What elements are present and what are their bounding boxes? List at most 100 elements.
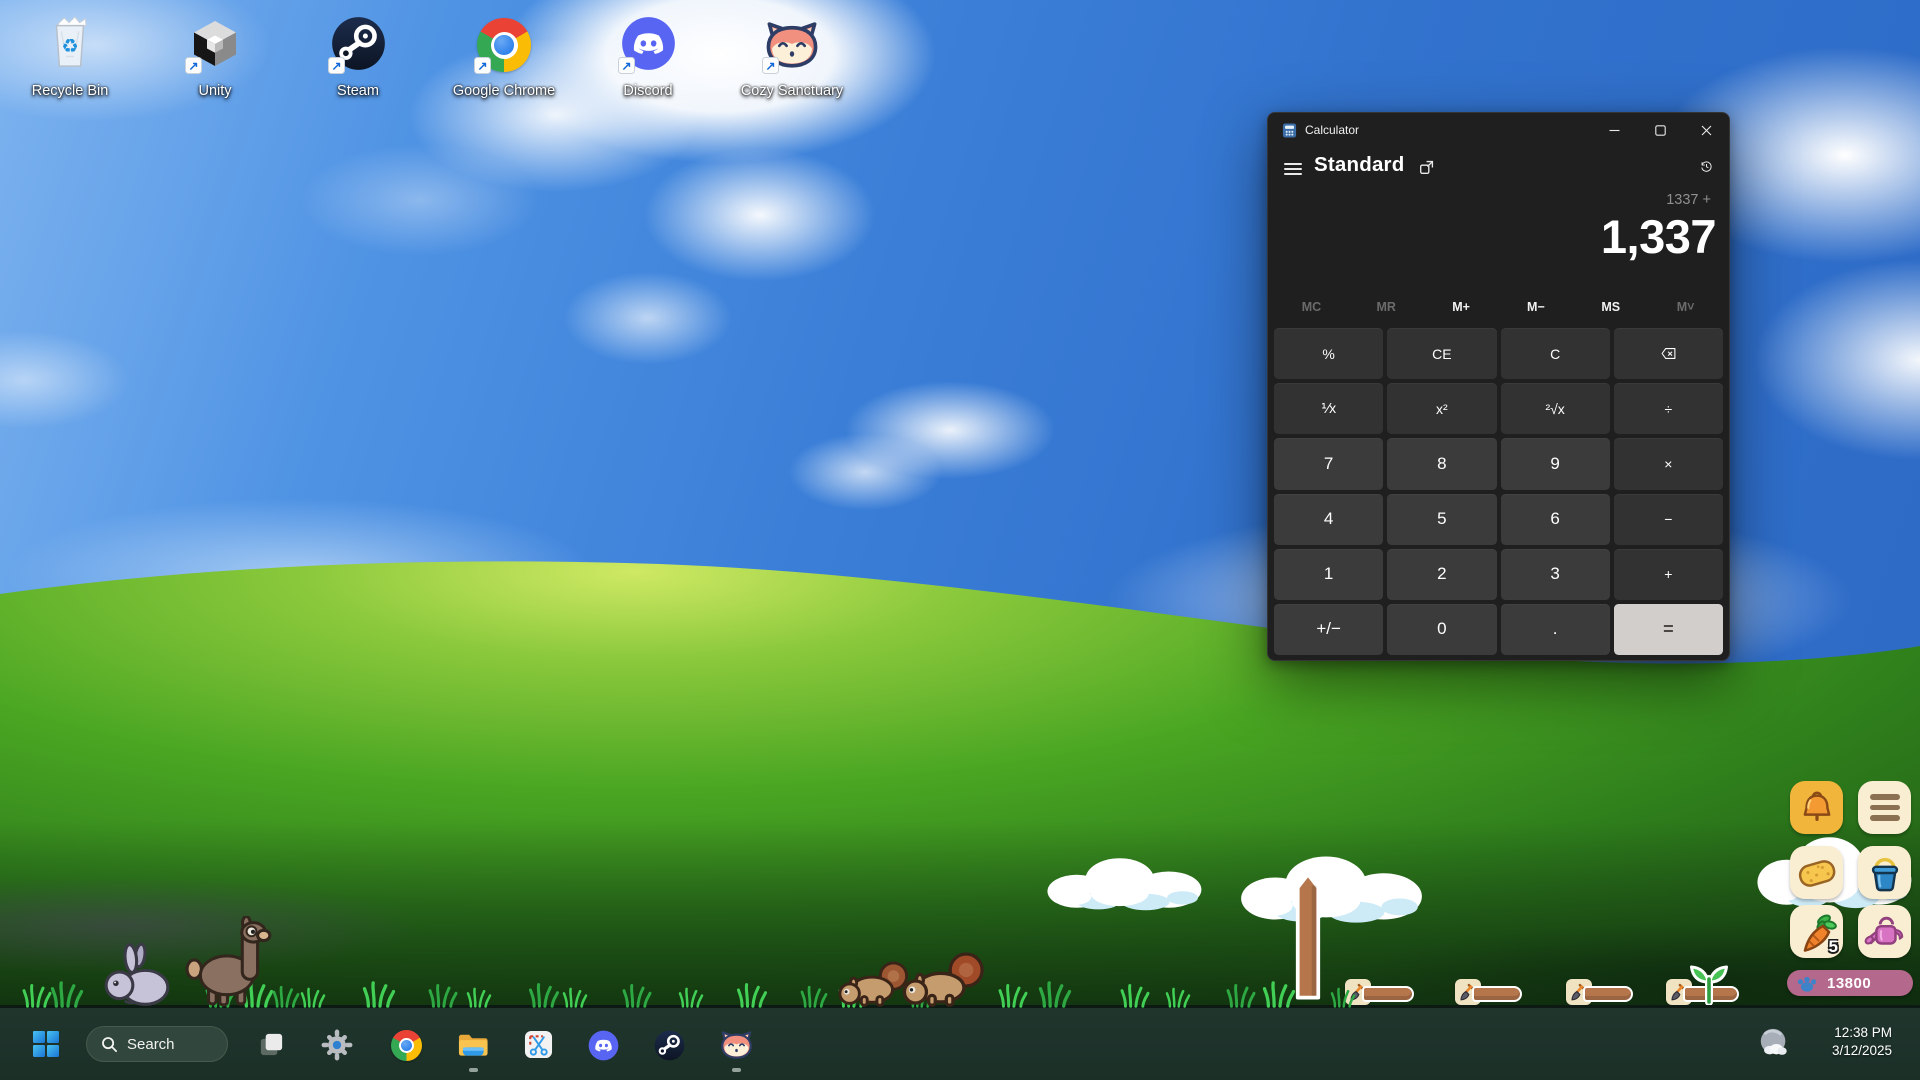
key-clear[interactable]: C: [1501, 328, 1610, 379]
notifications-bell-button[interactable]: [1790, 781, 1843, 834]
sponge-icon: [1796, 855, 1838, 891]
llama-pet[interactable]: [184, 916, 276, 1008]
memory-store-button[interactable]: MS: [1573, 295, 1648, 319]
key-square[interactable]: x²: [1387, 383, 1496, 434]
desktop-icon-label: Steam: [292, 83, 424, 99]
carrot-button[interactable]: 5: [1790, 905, 1843, 958]
taskbar-chrome-button[interactable]: [391, 1030, 422, 1061]
grass-tuft: [528, 981, 560, 1008]
calculator-titlebar[interactable]: Calculator: [1268, 113, 1729, 147]
grass-tuft: [22, 982, 52, 1008]
key-reciprocal[interactable]: ⅟x: [1274, 383, 1383, 434]
file-explorer-icon: [457, 1031, 490, 1059]
grass-tuft: [678, 986, 704, 1008]
calculator-app-icon: [1282, 123, 1297, 138]
paw-points-counter[interactable]: 13800: [1787, 970, 1913, 996]
memory-add-button[interactable]: M+: [1424, 295, 1499, 319]
key-5[interactable]: 5: [1387, 494, 1496, 545]
settings-button[interactable]: [321, 1029, 353, 1061]
cartoon-cloud: [1038, 850, 1210, 916]
key-7[interactable]: 7: [1274, 438, 1383, 489]
key-9[interactable]: 9: [1501, 438, 1610, 489]
menu-button[interactable]: [1280, 157, 1306, 181]
key-negate[interactable]: +/−: [1274, 604, 1383, 655]
desktop-icon-unity[interactable]: ↗ Unity: [149, 8, 281, 99]
watering-can-button[interactable]: [1858, 905, 1911, 958]
taskbar-cozy-sanctuary-button[interactable]: [719, 1028, 754, 1061]
desktop-icon-discord[interactable]: ↗ Discord: [582, 8, 714, 99]
recycle-bin-icon: ♻: [43, 12, 97, 72]
running-indicator: [732, 1068, 741, 1072]
key-decimal[interactable]: .: [1501, 604, 1610, 655]
key-multiply[interactable]: ×: [1614, 438, 1723, 489]
tray-weather-icon[interactable]: [1757, 1026, 1791, 1060]
sponge-button[interactable]: [1790, 846, 1843, 899]
close-button[interactable]: [1683, 113, 1729, 147]
dirt-plank: [1362, 986, 1414, 1002]
desktop-icon-recycle-bin[interactable]: ♻ Recycle Bin: [4, 8, 136, 99]
taskbar: [0, 1005, 1920, 1080]
taskbar-discord-button[interactable]: [588, 1030, 619, 1061]
grass-tuft: [1038, 979, 1072, 1008]
maximize-button[interactable]: [1637, 113, 1683, 147]
grass-tuft: [362, 979, 396, 1008]
memory-clear-button: MC: [1274, 295, 1349, 319]
taskbar-clock[interactable]: 12:38 PM 3/12/2025: [1792, 1024, 1892, 1059]
memory-subtract-button[interactable]: M−: [1498, 295, 1573, 319]
taskbar-snipping-tool-button[interactable]: [524, 1030, 553, 1059]
snipping-tool-icon: [524, 1030, 553, 1059]
key-2[interactable]: 2: [1387, 549, 1496, 600]
desktop-icon-label: Cozy Sanctuary: [726, 83, 858, 99]
history-icon[interactable]: [1697, 157, 1716, 176]
key-4[interactable]: 4: [1274, 494, 1383, 545]
clock-time: 12:38 PM: [1792, 1024, 1892, 1042]
key-divide[interactable]: ÷: [1614, 383, 1723, 434]
desktop-icon-google-chrome[interactable]: ↗ Google Chrome: [438, 8, 570, 99]
minimize-button[interactable]: [1591, 113, 1637, 147]
start-button[interactable]: [33, 1031, 59, 1057]
taskbar-file-explorer-button[interactable]: [457, 1031, 490, 1059]
rabbit-pet[interactable]: [102, 942, 174, 1008]
key-equals[interactable]: =: [1614, 604, 1723, 655]
taskbar-steam-button[interactable]: [654, 1030, 685, 1061]
desktop-icon-cozy-sanctuary[interactable]: ↗ Cozy Sanctuary: [726, 8, 858, 99]
shortcut-arrow-icon: ↗: [328, 57, 345, 74]
minimize-icon: [1609, 125, 1620, 136]
bucket-button[interactable]: [1858, 846, 1911, 899]
shortcut-arrow-icon: ↗: [618, 57, 635, 74]
key-clear-entry[interactable]: CE: [1387, 328, 1496, 379]
key-0[interactable]: 0: [1387, 604, 1496, 655]
clock-date: 3/12/2025: [1792, 1042, 1892, 1060]
fence-post[interactable]: [1294, 866, 1322, 1006]
grass-tuft: [272, 984, 300, 1008]
desktop-icon-steam[interactable]: ↗ Steam: [292, 8, 424, 99]
discord-icon: [588, 1030, 619, 1061]
plant-sprout: [1688, 961, 1730, 1010]
grass-tuft: [1165, 986, 1191, 1008]
running-indicator: [469, 1068, 478, 1072]
grass-tuft: [428, 982, 458, 1008]
key-backspace[interactable]: [1614, 328, 1723, 379]
key-percent[interactable]: %: [1274, 328, 1383, 379]
task-view-button[interactable]: [257, 1030, 286, 1059]
grass-tuft: [736, 981, 768, 1008]
key-1[interactable]: 1: [1274, 549, 1383, 600]
steam-icon: [654, 1030, 685, 1061]
key-subtract[interactable]: −: [1614, 494, 1723, 545]
search-icon: [101, 1036, 118, 1053]
grass-tuft: [300, 986, 326, 1008]
grass-tuft: [1226, 982, 1256, 1008]
keep-on-top-icon[interactable]: [1418, 158, 1436, 176]
squirrel-pet[interactable]: [900, 943, 986, 1008]
window-title: Calculator: [1305, 123, 1359, 137]
key-8[interactable]: 8: [1387, 438, 1496, 489]
game-menu-button[interactable]: [1858, 781, 1911, 834]
key-6[interactable]: 6: [1501, 494, 1610, 545]
taskbar-search[interactable]: Search: [86, 1026, 228, 1062]
memory-recall-button: MR: [1349, 295, 1424, 319]
fox-icon: [719, 1028, 754, 1061]
key-3[interactable]: 3: [1501, 549, 1610, 600]
key-square-root[interactable]: ²√x: [1501, 383, 1610, 434]
key-add[interactable]: +: [1614, 549, 1723, 600]
grass-tuft: [466, 986, 492, 1008]
